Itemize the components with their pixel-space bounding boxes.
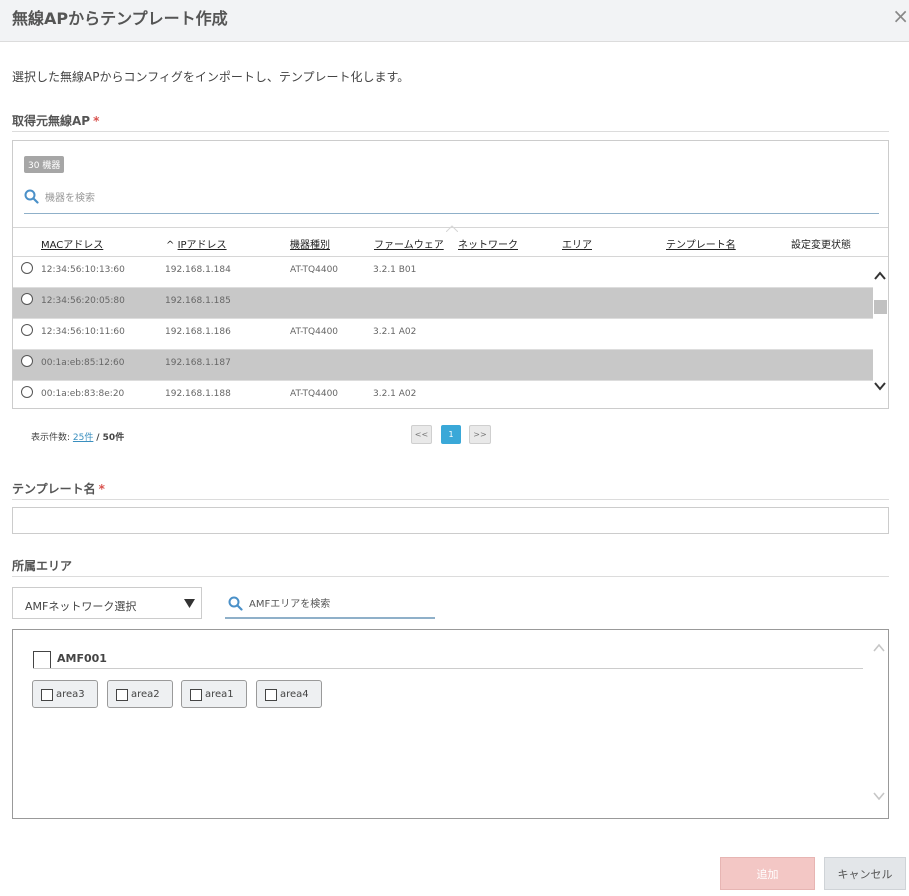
area-chip[interactable]: area3 — [32, 680, 98, 708]
area-tree-panel: AMF001 area3 area2 area1 area4 — [12, 629, 889, 819]
column-header-config-status: 設定変更状態 — [791, 240, 851, 251]
ap-table-panel: 30 機器 MACアドレス ^ IPアドレス 機器種別 ファームウェア ネットワ… — [12, 140, 889, 409]
table-header-top-border — [13, 227, 888, 228]
amf-network-select[interactable]: AMFネットワーク選択 — [12, 587, 202, 619]
section-divider — [12, 576, 889, 577]
table-row[interactable]: 12:34:56:10:13:60 192.168.1.184 AT-TQ440… — [13, 257, 873, 288]
search-underline — [225, 617, 435, 619]
column-header-area[interactable]: エリア — [562, 236, 592, 251]
required-mark: * — [93, 114, 100, 128]
table-row-disabled: 12:34:56:20:05:80 192.168.1.185 — [13, 288, 873, 319]
caret-down-icon — [184, 599, 195, 608]
area-search-input[interactable] — [249, 595, 434, 613]
device-search-input[interactable] — [45, 189, 875, 207]
dialog-header: 無線APからテンプレート作成 × — [0, 0, 909, 42]
amf-group-name: AMF001 — [57, 652, 107, 665]
radio-icon — [21, 293, 33, 305]
table-row[interactable]: 00:1a:eb:83:8e:20 192.168.1.188 AT-TQ440… — [13, 381, 873, 409]
cancel-button[interactable]: キャンセル — [824, 857, 906, 890]
sort-ascending-icon: ^ — [166, 240, 175, 251]
template-name-input[interactable] — [12, 507, 889, 534]
radio-icon[interactable] — [21, 262, 33, 274]
column-header-ip[interactable]: ^ IPアドレス — [166, 236, 227, 251]
checkbox-icon[interactable] — [41, 689, 53, 701]
table-body: 12:34:56:10:13:60 192.168.1.184 AT-TQ440… — [13, 257, 873, 409]
add-button[interactable]: 追加 — [720, 857, 815, 890]
search-icon — [228, 596, 243, 611]
device-count-badge: 30 機器 — [24, 156, 65, 173]
area-chip[interactable]: area1 — [181, 680, 247, 708]
section-divider — [12, 499, 889, 500]
page-size-link[interactable]: 25件 — [73, 433, 93, 443]
area-label: 所属エリア — [12, 559, 73, 573]
area-chip[interactable]: area4 — [256, 680, 322, 708]
table-scrollbar-thumb[interactable] — [874, 300, 887, 314]
column-header-firmware[interactable]: ファームウェア — [374, 236, 444, 251]
page-1-button[interactable]: 1 — [441, 425, 461, 444]
table-row-disabled: 00:1a:eb:85:12:60 192.168.1.187 — [13, 350, 873, 381]
column-header-mac[interactable]: MACアドレス — [41, 236, 103, 251]
next-page-button[interactable]: >> — [469, 425, 491, 444]
required-mark: * — [98, 482, 105, 496]
table-row[interactable]: 12:34:56:10:11:60 192.168.1.186 AT-TQ440… — [13, 319, 873, 350]
close-icon[interactable]: × — [892, 4, 909, 28]
radio-icon[interactable] — [21, 324, 33, 336]
popover-pointer — [446, 225, 458, 232]
prev-page-button[interactable]: << — [411, 425, 432, 444]
checkbox-icon[interactable] — [190, 689, 202, 701]
checkbox-icon[interactable] — [265, 689, 277, 701]
radio-icon — [21, 355, 33, 367]
checkbox-icon[interactable] — [116, 689, 128, 701]
search-underline — [24, 213, 879, 214]
chevron-down-icon[interactable] — [873, 379, 887, 393]
column-header-network[interactable]: ネットワーク — [458, 236, 518, 251]
dialog-description: 選択した無線APからコンフィグをインポートし、テンプレート化します。 — [12, 70, 410, 84]
column-header-template[interactable]: テンプレート名 — [666, 236, 736, 251]
page-size-info: 表示件数: 25件 / 50件 — [31, 433, 125, 443]
chevron-up-icon[interactable] — [873, 269, 887, 283]
radio-icon[interactable] — [21, 386, 33, 398]
area-chip[interactable]: area2 — [107, 680, 173, 708]
column-header-model[interactable]: 機器種別 — [290, 236, 330, 251]
chevron-down-icon[interactable] — [872, 790, 886, 802]
amf-group-checkbox[interactable] — [33, 651, 51, 669]
search-icon — [24, 189, 39, 204]
template-name-label: テンプレート名 * — [12, 482, 105, 496]
chevron-up-icon[interactable] — [872, 642, 886, 654]
source-ap-label: 取得元無線AP * — [12, 114, 100, 128]
section-divider — [12, 131, 889, 132]
group-divider — [33, 668, 863, 669]
dialog-title: 無線APからテンプレート作成 — [12, 9, 228, 28]
